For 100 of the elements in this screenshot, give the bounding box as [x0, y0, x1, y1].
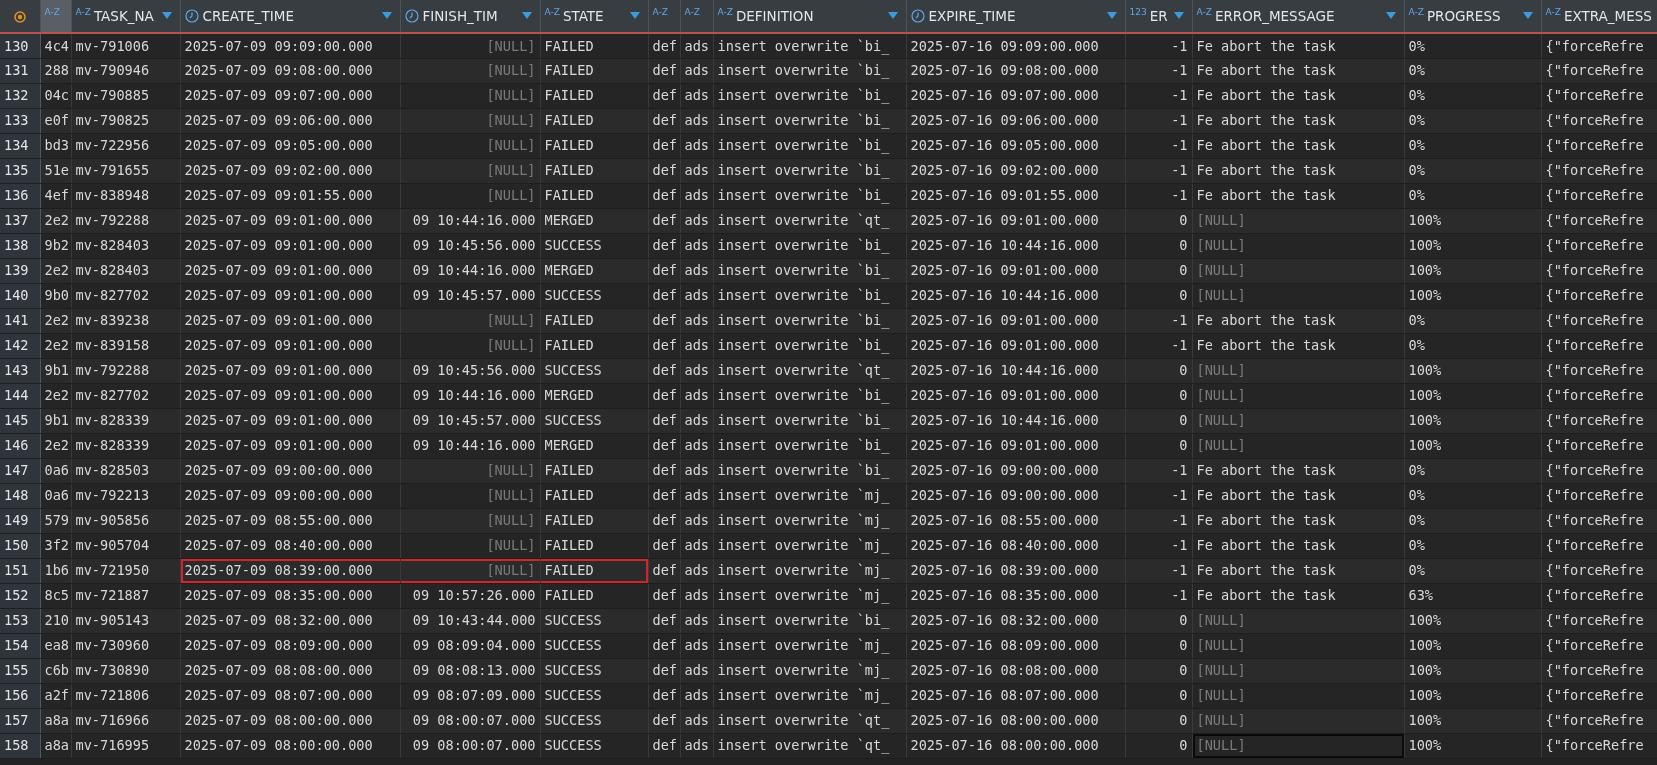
- table-cell: 2025-07-16 09:01:00.000: [906, 383, 1125, 408]
- table-cell: {"forceRefre: [1541, 433, 1657, 458]
- table-cell: mv-721806: [71, 683, 180, 708]
- table-cell: {"forceRefre: [1541, 283, 1657, 308]
- table-cell: 2025-07-16 10:44:16.000: [906, 283, 1125, 308]
- table-cell: 2025-07-16 09:08:00.000: [906, 58, 1125, 83]
- table-cell: [NULL]: [1192, 608, 1404, 633]
- table-cell: 2025-07-16 10:44:16.000: [906, 233, 1125, 258]
- table-cell: 100%: [1404, 658, 1541, 683]
- table-cell: {"forceRefre: [1541, 383, 1657, 408]
- table-cell: mv-828339: [71, 433, 180, 458]
- table-cell: FAILED: [540, 458, 648, 483]
- dropdown-arrow-icon[interactable]: [161, 12, 172, 19]
- table-cell: 2025-07-09 09:08:00.000: [180, 58, 400, 83]
- table-cell: mv-792288: [71, 358, 180, 383]
- table-cell: 2025-07-09 09:00:00.000: [180, 483, 400, 508]
- table-cell: [NULL]: [400, 183, 540, 208]
- table-cell: [NULL]: [400, 558, 540, 583]
- table-cell: 2025-07-09 09:01:00.000: [180, 383, 400, 408]
- row-number: 156: [0, 683, 40, 708]
- table-cell: 0%: [1404, 333, 1541, 358]
- column-header[interactable]: A-Z ERROR_MESSAGE: [1192, 0, 1404, 33]
- table-cell: 2025-07-16 08:07:00.000: [906, 683, 1125, 708]
- table-cell: 09 10:44:16.000: [400, 258, 540, 283]
- table-cell: SUCCESS: [540, 408, 648, 433]
- table-cell: insert overwrite `qt_: [713, 708, 906, 733]
- column-header[interactable]: CREATE_TIME: [180, 0, 400, 33]
- table-cell: 2025-07-09 09:05:00.000: [180, 133, 400, 158]
- dropdown-arrow-icon[interactable]: [1106, 12, 1117, 19]
- table-cell: 100%: [1404, 283, 1541, 308]
- table-cell: Fe abort the task: [1192, 33, 1404, 58]
- row-number: 142: [0, 333, 40, 358]
- table-cell: insert overwrite `bi_: [713, 158, 906, 183]
- table-cell: FAILED: [540, 33, 648, 58]
- table-cell: [NULL]: [400, 483, 540, 508]
- table-cell: 2025-07-09 08:08:00.000: [180, 658, 400, 683]
- table-cell: 2025-07-16 08:09:00.000: [906, 633, 1125, 658]
- dropdown-arrow-icon[interactable]: [887, 12, 898, 19]
- column-header[interactable]: A-Z EXTRA_MESS: [1541, 0, 1657, 33]
- column-header[interactable]: A-Z DEFINITION: [713, 0, 906, 33]
- table-cell: 09 10:44:16.000: [400, 433, 540, 458]
- table-cell: [NULL]: [400, 83, 540, 108]
- table-cell: 100%: [1404, 683, 1541, 708]
- row-number: 137: [0, 208, 40, 233]
- table-cell: 09 10:45:56.000: [400, 233, 540, 258]
- column-header[interactable]: FINISH_TIM: [400, 0, 540, 33]
- row-number: 154: [0, 633, 40, 658]
- column-header[interactable]: A-Z TASK_NA: [71, 0, 180, 33]
- text-type-icon: A-Z: [684, 7, 700, 17]
- row-number: 136: [0, 183, 40, 208]
- table-cell: 2025-07-16 10:44:16.000: [906, 408, 1125, 433]
- table-cell: Fe abort the task: [1192, 308, 1404, 333]
- table-cell: [NULL]: [400, 333, 540, 358]
- table-cell: mv-827702: [71, 283, 180, 308]
- text-type-icon: A-Z: [544, 7, 560, 17]
- dropdown-arrow-icon[interactable]: [1522, 12, 1533, 19]
- table-cell: Fe abort the task: [1192, 58, 1404, 83]
- table-cell: mv-722956: [71, 133, 180, 158]
- table-cell: insert overwrite `bi_: [713, 183, 906, 208]
- column-header[interactable]: EXPIRE_TIME: [906, 0, 1125, 33]
- table-cell: FAILED: [540, 533, 648, 558]
- row-number: 140: [0, 283, 40, 308]
- table-cell: 2025-07-09 09:01:00.000: [180, 233, 400, 258]
- table-cell: mv-721887: [71, 583, 180, 608]
- table-cell: 2025-07-16 08:08:00.000: [906, 658, 1125, 683]
- table-cell: mv-828339: [71, 408, 180, 433]
- dropdown-arrow-icon[interactable]: [1173, 12, 1184, 19]
- table-cell: {"forceRefre: [1541, 83, 1657, 108]
- dropdown-arrow-icon[interactable]: [629, 12, 640, 19]
- table-cell: [NULL]: [1192, 433, 1404, 458]
- table-cell: {"forceRefre: [1541, 258, 1657, 283]
- table-cell: mv-721950: [71, 558, 180, 583]
- text-type-icon: A-Z: [717, 7, 733, 17]
- table-cell: insert overwrite `qt_: [713, 208, 906, 233]
- column-header[interactable]: A-Z STATE: [540, 0, 648, 33]
- table-cell: insert overwrite `mj_: [713, 508, 906, 533]
- row-number: 155: [0, 658, 40, 683]
- table-cell: 2025-07-16 08:55:00.000: [906, 508, 1125, 533]
- table-cell: 2025-07-16 09:01:55.000: [906, 183, 1125, 208]
- row-number: 157: [0, 708, 40, 733]
- table-cell: 2025-07-16 09:07:00.000: [906, 83, 1125, 108]
- table-cell: insert overwrite `bi_: [713, 383, 906, 408]
- row-number: 151: [0, 558, 40, 583]
- table-cell: insert overwrite `bi_: [713, 458, 906, 483]
- column-header[interactable]: A-Z PROGRESS: [1404, 0, 1541, 33]
- column-header[interactable]: 123 ER: [1125, 0, 1192, 33]
- table-cell: 0%: [1404, 533, 1541, 558]
- table-cell: 2025-07-16 09:01:00.000: [906, 258, 1125, 283]
- table-cell: [NULL]: [1192, 408, 1404, 433]
- table-cell: [NULL]: [1192, 233, 1404, 258]
- dropdown-arrow-icon[interactable]: [1385, 12, 1396, 19]
- table-cell: 2025-07-16 08:00:00.000: [906, 708, 1125, 733]
- dropdown-arrow-icon[interactable]: [521, 12, 532, 19]
- table-cell: insert overwrite `bi_: [713, 83, 906, 108]
- table-cell: insert overwrite `mj_: [713, 483, 906, 508]
- table-cell: 2025-07-09 08:00:00.000: [180, 708, 400, 733]
- dropdown-arrow-icon[interactable]: [381, 12, 392, 19]
- table-cell: 0%: [1404, 83, 1541, 108]
- table-cell: {"forceRefre: [1541, 533, 1657, 558]
- table-cell: {"forceRefre: [1541, 208, 1657, 233]
